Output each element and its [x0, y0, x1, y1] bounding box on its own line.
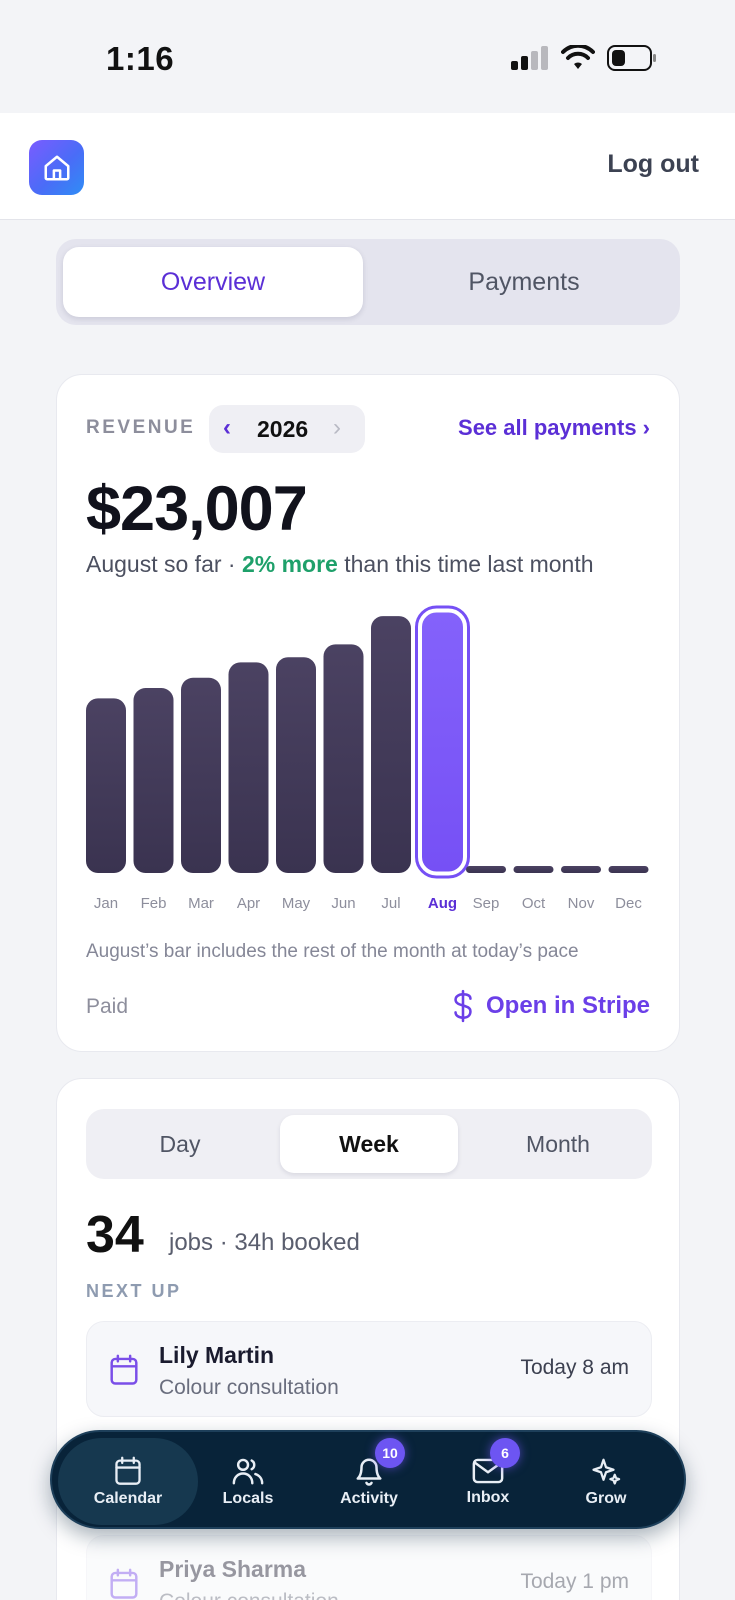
tick-label-jun: Jun — [331, 895, 355, 912]
bar-oct[interactable] — [513, 866, 554, 873]
home-button[interactable] — [29, 140, 84, 195]
stripe-label: Open in Stripe — [485, 992, 650, 1019]
appointment-item[interactable]: Priya Sharma Colour consultation Today 1… — [86, 1535, 652, 1600]
paid-label: Paid — [86, 995, 129, 1018]
tab-label: Locals — [222, 1489, 274, 1507]
dollar-icon — [454, 989, 472, 1023]
bar-jul[interactable] — [371, 616, 411, 873]
revenue-amount: $23,007 — [86, 474, 308, 544]
appointment-client: Priya Sharma — [159, 1556, 307, 1582]
tab-overview[interactable]: Overview — [63, 247, 363, 317]
open-in-stripe-button[interactable]: Open in Stripe — [450, 989, 650, 1023]
bar-nov[interactable] — [561, 866, 601, 873]
revenue-card: REVENUE ‹ 2026 › See all payments › $23,… — [56, 374, 680, 1052]
comparison-prefix: August so far · — [86, 551, 242, 577]
status-bar: 1:16 — [0, 0, 735, 113]
sparkles-icon — [592, 1458, 621, 1485]
status-icons — [511, 45, 657, 71]
tick-label-sep: Sep — [473, 895, 500, 912]
tick-label-feb: Feb — [141, 895, 167, 912]
users-icon — [232, 1458, 264, 1485]
comparison-highlight: 2% more — [241, 551, 338, 577]
appointment-service: Colour consultation — [159, 1590, 339, 1600]
appointment-client: Lily Martin — [159, 1342, 275, 1368]
tick-label-jul: Jul — [381, 895, 400, 912]
tick-label-mar: Mar — [188, 895, 214, 912]
revenue-label: REVENUE — [86, 417, 196, 438]
tab-activity[interactable]: Activity 10 — [309, 1432, 429, 1531]
appointment-service: Colour consultation — [159, 1376, 339, 1399]
tick-label-nov: Nov — [568, 895, 595, 912]
see-all-payments-link[interactable]: See all payments › — [458, 415, 650, 441]
revenue-comparison: August so far · 2% more than this time l… — [86, 551, 594, 578]
chevron-left-icon[interactable]: ‹ — [223, 414, 231, 442]
status-time: 1:16 — [106, 40, 175, 77]
logout-button[interactable]: Log out — [607, 150, 699, 179]
inbox-badge: 6 — [490, 1438, 520, 1468]
bar-sep[interactable] — [466, 866, 506, 873]
comparison-suffix: than this time last month — [337, 551, 594, 577]
bar-apr[interactable] — [228, 662, 269, 873]
next-up-heading: NEXT UP — [86, 1281, 182, 1301]
calendar-icon — [115, 1456, 141, 1485]
app-header: Log out — [0, 113, 735, 220]
tab-label: Activity — [340, 1489, 398, 1507]
appointment-time: Today 1 pm — [520, 1570, 629, 1593]
view-segmented-control: Overview Payments — [56, 239, 680, 325]
period-segmented-control: Day Week Month — [86, 1109, 652, 1179]
calendar-icon — [110, 1354, 138, 1385]
jobs-count: 34 — [86, 1206, 144, 1264]
jobs-summary: jobs · 34h booked — [169, 1229, 360, 1256]
chevron-right-icon[interactable]: › — [333, 414, 341, 442]
tick-label-apr: Apr — [237, 895, 260, 912]
period-week[interactable]: Week — [280, 1115, 458, 1173]
bar-jun[interactable] — [323, 644, 364, 873]
activity-badge: 10 — [375, 1438, 405, 1468]
bar-feb[interactable] — [133, 688, 174, 873]
appointment-time: Today 8 am — [520, 1356, 629, 1379]
period-day[interactable]: Day — [91, 1115, 269, 1173]
period-month[interactable]: Month — [469, 1115, 647, 1173]
year-selector: ‹ 2026 › — [209, 405, 365, 453]
tab-locals[interactable]: Locals — [188, 1432, 308, 1531]
revenue-chart: Jan Feb Mar Apr May Jun Jul Aug Sep Oct Nov Dec — [86, 605, 649, 912]
bottom-tab-bar: Calendar Locals Activity 10 Inbox 6 Grow — [50, 1430, 686, 1529]
bar-mar[interactable] — [181, 677, 221, 873]
tab-label: Grow — [585, 1489, 627, 1507]
bar-dec[interactable] — [608, 866, 649, 873]
tick-label-oct: Oct — [522, 895, 546, 912]
tab-label: Calendar — [93, 1489, 163, 1507]
year-value: 2026 — [257, 416, 309, 442]
bar-jan[interactable] — [86, 698, 126, 873]
tab-payments[interactable]: Payments — [374, 247, 674, 317]
tick-label-aug: Aug — [428, 895, 457, 912]
tab-label: Inbox — [466, 1488, 510, 1506]
tab-inbox[interactable]: Inbox 6 — [428, 1432, 548, 1531]
tick-label-jan: Jan — [94, 895, 118, 912]
bar-aug[interactable] — [419, 609, 466, 875]
signal-icon — [511, 46, 548, 70]
calendar-icon — [110, 1568, 138, 1599]
chart-note: August’s bar includes the rest of the mo… — [86, 941, 579, 962]
tick-label-dec: Dec — [615, 895, 642, 912]
battery-icon — [607, 45, 656, 71]
tab-calendar[interactable]: Calendar — [58, 1438, 198, 1525]
tab-grow[interactable]: Grow — [546, 1432, 666, 1531]
bar-may[interactable] — [276, 657, 316, 873]
tick-label-may: May — [282, 895, 311, 912]
wifi-icon — [561, 45, 595, 69]
appointment-item[interactable]: Lily Martin Colour consultation Today 8 … — [86, 1321, 652, 1417]
home-icon — [44, 155, 69, 180]
